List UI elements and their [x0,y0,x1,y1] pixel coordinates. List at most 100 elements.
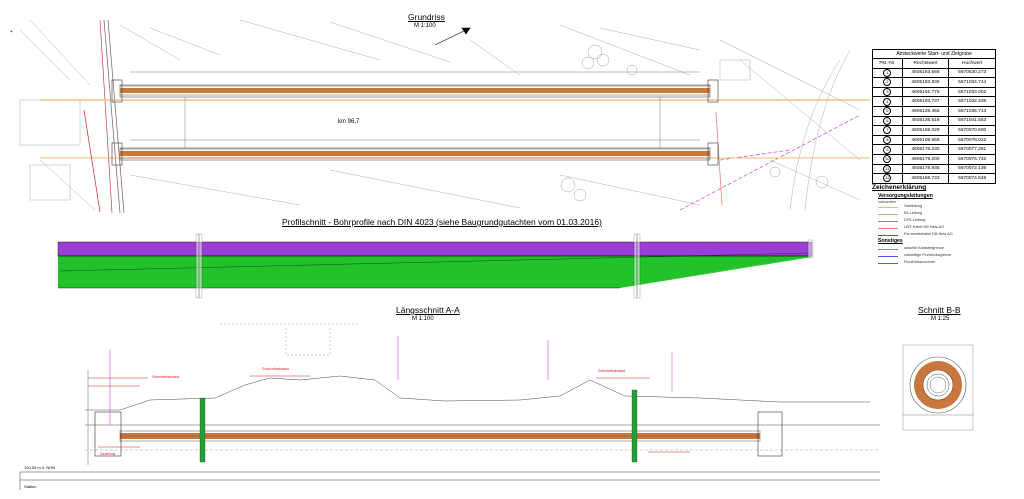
table-row: 9 4605176.230 5670077.281 [872,144,996,155]
table-row: 8 4605108.566 5670078.022 [872,134,996,146]
table-row: 1 4605183.566 5670530.273 [872,67,996,79]
laengs-title: Längsschnitt A-A [396,305,460,315]
trees [560,44,829,202]
section-pipe [119,430,761,442]
legend-utility-item: DFS-Leitung [878,218,998,224]
legend-utility-label: Gasleitung [904,204,923,208]
legend-utility-label: DFS-Leitung [904,218,926,222]
easting-cell: 4605191.776 [901,86,950,98]
point-number-circle: 5 [883,107,892,116]
legend-utility-item: LWT-Kabel DB Netz AG [878,225,998,231]
table-row: 11 4605178.935 5670072.136 [872,163,996,175]
point-number-circle: 7 [883,126,892,135]
legend-utility-swatch [878,221,898,222]
coordinate-table-panel: Absteckwerte Start- und Zielgrube Pkt.-N… [872,49,996,184]
point-number: 9 [872,144,903,155]
target-shaft [757,411,783,457]
longitudinal-section [19,323,880,490]
point-number-circle: 9 [883,145,892,154]
point-number: 3 [872,86,903,98]
borehole-2 [633,233,641,299]
legend-other-swatch [878,249,898,250]
point-number-circle: 4 [883,97,892,106]
coordinate-table-caption: Absteckwerte Start- und Zielgrube [872,49,996,58]
table-row: 6 4605136.516 5671041.553 [872,115,996,127]
point-number: 7 [872,125,903,136]
pipe-south [119,147,711,161]
point-number-circle: 11 [883,164,892,173]
grundriss-scale: M 1:100 [414,23,436,29]
point-number: 8 [872,134,903,146]
point-number: 6 [872,115,903,127]
railway-tracks [99,19,125,214]
legend-other-item: Flurstücksnummer [878,260,998,266]
point-number: 2 [872,77,903,88]
northing-cell: 5671032.435 [948,96,996,107]
col-header-northing: Hochwert [948,58,996,69]
point-number: 12 [872,173,903,184]
northing-cell: 5670077.281 [948,144,996,155]
red-cable [715,111,723,206]
point-number-circle: 3 [883,88,892,97]
point-number: 10 [872,153,903,165]
point-number-circle: 2 [883,78,892,87]
legend-other-swatch [878,256,898,257]
profil-title: Profilschnitt - Bohrprofile nach DIN 402… [282,217,602,227]
easting-cell: 4605136.516 [901,115,950,127]
pipe-north [119,84,711,98]
km-label: km 96,7 [338,119,360,125]
northing-cell: 5671041.553 [948,115,996,127]
section-borehole-2 [631,389,638,463]
borehole-1 [195,233,203,299]
legend-other-title: Sonstiges [878,238,903,244]
point-number-circle: 1 [883,68,892,77]
section-borehole-1 [199,397,206,463]
northing-cell: 5670074.646 [948,173,996,184]
easting-cell: 4605126.456 [901,105,950,117]
point-number-circle: 6 [883,116,892,125]
point-number-circle: 10 [883,155,892,164]
cadastral-boundary [679,114,861,211]
northing-cell: 5671033.002 [948,86,996,98]
borehole-3 [807,239,814,259]
table-row: 7 4605168.029 5670070.600 [872,125,996,136]
point-number: 5 [872,105,903,117]
northing-cell: 5671034.744 [948,77,996,88]
svg-text:Sicherheitsabstand: Sicherheitsabstand [598,369,625,373]
table-row: 3 4605191.776 5671033.002 [872,86,996,98]
easting-cell: 4605178.935 [901,163,950,175]
datum-label: 100,00 m ü. NHN [24,465,55,470]
col-header-point: Pkt.-Nr. [872,58,903,69]
easting-cell: 4605168.029 [901,125,950,136]
table-row: 2 4605183.936 5671034.744 [872,77,996,88]
point-number: 1 [872,67,903,79]
schnitt-title: Schnitt B-B [918,305,961,315]
start-shaft [94,411,122,457]
north-arrow-icon [434,27,471,46]
cross-section [902,344,974,431]
coordinate-table: Absteckwerte Start- und Zielgrube Pkt.-N… [872,49,996,184]
easting-cell: 4605166.733 [901,173,950,184]
northing-cell: 5670070.600 [948,125,996,136]
legend-utility-swatch [878,235,898,236]
svg-text:+: + [10,29,13,35]
laengs-scale: M 1:100 [412,316,434,322]
northing-cell: 5670076.732 [948,153,996,165]
schnitt-scale: M 1:25 [931,316,950,322]
svg-text:Sicherheitsabstand: Sicherheitsabstand [152,375,179,379]
easting-cell: 4605179.200 [901,153,950,165]
point-number-circle: 12 [883,174,892,183]
legend-other-item: aktuelle Katastergrenze [878,246,998,252]
grundriss-title: Grundriss [408,12,445,22]
northing-cell: 5670078.022 [948,134,996,146]
soil-profile [57,241,813,289]
table-row: 12 4605166.733 5670074.646 [872,173,996,184]
point-number-circle: 8 [883,136,892,145]
drawing-sheet: + Sicherheitsabstand Schutzrohrabstand S… [10,19,974,490]
legend-utility-swatch [878,207,898,208]
easting-cell: 4605176.230 [901,144,950,155]
northing-cell: 5670530.273 [948,67,996,79]
legend-utility-swatch [878,228,898,229]
svg-text:Schutzrohrabstand: Schutzrohrabstand [262,367,289,371]
legend-title: Zeichenerklärung [872,184,927,191]
